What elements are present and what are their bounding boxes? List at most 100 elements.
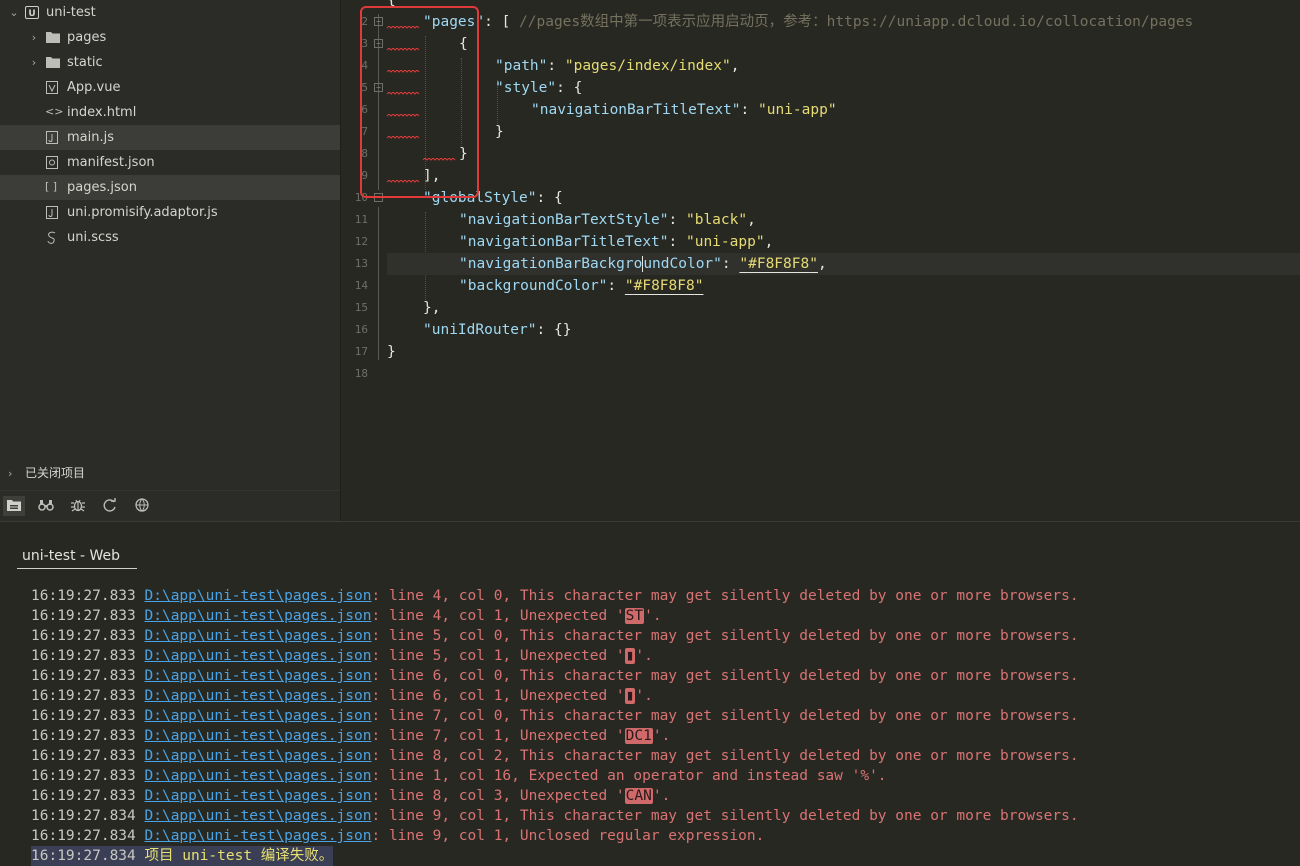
code-line-11: 11 "navigationBarTextStyle": "black", — [341, 209, 1300, 231]
binoculars-icon — [38, 500, 54, 511]
console-log-line: 16:19:27.833 D:\app\uni-test\pages.json:… — [31, 666, 1079, 686]
code-line: { — [387, 0, 396, 8]
tree-item-pages-json[interactable]: [ ] pages.json — [0, 175, 340, 200]
closed-projects-label: 已关闭项目 — [25, 466, 86, 480]
code-line-4: 4 "path": "pages/index/index", — [341, 55, 1300, 77]
code-comment: //pages数组中第一项表示应用启动页，参考：https://uniapp.d… — [519, 14, 1194, 30]
log-message-end: '. — [644, 608, 662, 624]
tree-item-label: uni-test — [46, 5, 96, 20]
control-char-badge: CAN — [624, 788, 653, 804]
console-log-line: 16:19:27.833 D:\app\uni-test\pages.json:… — [31, 766, 887, 786]
tree-item-uni-scss[interactable]: uni.scss — [0, 225, 340, 250]
folder-icon — [46, 31, 60, 44]
tab-console-web[interactable]: uni-test - Web — [17, 544, 137, 569]
line-number: 11 — [354, 213, 368, 226]
tree-item-app-vue[interactable]: App.vue — [0, 75, 340, 100]
log-message: : line 5, col 0, This character may get … — [371, 628, 1079, 644]
log-timestamp: 16:19:27.833 — [31, 708, 136, 724]
chevron-right-icon[interactable]: › — [28, 50, 40, 75]
log-file-link[interactable]: D:\app\uni-test\pages.json — [145, 688, 372, 704]
log-file-link[interactable]: D:\app\uni-test\pages.json — [145, 728, 372, 744]
code-line-10: 10 − "globalStyle": { — [341, 187, 1300, 209]
log-file-link[interactable]: D:\app\uni-test\pages.json — [145, 748, 372, 764]
tree-item-label: static — [67, 55, 103, 70]
console-log-line: 16:19:27.833 D:\app\uni-test\pages.json:… — [31, 586, 1079, 606]
log-timestamp: 16:19:27.833 — [31, 628, 136, 644]
log-message: : line 4, col 1, Unexpected ' — [371, 608, 625, 624]
scss-file-icon — [46, 231, 60, 244]
tree-item-label: main.js — [67, 130, 114, 145]
log-message-end: '. — [652, 728, 671, 744]
log-message-end: '. — [635, 648, 653, 664]
json-file-icon: [ ] — [45, 180, 58, 193]
tree-item-manifest-json[interactable]: manifest.json — [0, 150, 340, 175]
tree-item-label: App.vue — [67, 80, 121, 95]
manifest-file-icon — [46, 156, 60, 169]
sidebar-toolbar — [0, 490, 340, 521]
code-line-8: 8 } — [341, 143, 1300, 165]
code-line-14: 14 "backgroundColor": "#F8F8F8" — [341, 275, 1300, 297]
project-manager-button[interactable] — [3, 496, 25, 516]
error-highlight-box — [360, 6, 479, 198]
project-icon: U — [25, 6, 39, 19]
console-log-line: 16:19:27.833 D:\app\uni-test\pages.json:… — [31, 706, 1079, 726]
log-file-link[interactable]: D:\app\uni-test\pages.json — [145, 768, 372, 784]
log-file-link[interactable]: D:\app\uni-test\pages.json — [145, 588, 372, 604]
tree-item-uni-promisify[interactable]: uni.promisify.adaptor.js — [0, 200, 340, 225]
log-message: : line 9, col 1, This character may get … — [371, 808, 1079, 824]
browser-button[interactable] — [131, 496, 153, 516]
log-timestamp: 16:19:27.833 — [31, 748, 136, 764]
tree-item-label: pages — [67, 30, 107, 45]
console-log-line: 16:19:27.834 D:\app\uni-test\pages.json:… — [31, 826, 764, 846]
console-log-line: 16:19:27.833 D:\app\uni-test\pages.json:… — [31, 726, 670, 746]
tree-item-pages[interactable]: › pages — [0, 25, 340, 50]
debug-button[interactable] — [67, 496, 89, 516]
js-file-icon — [46, 206, 60, 219]
line-number: 17 — [354, 345, 368, 358]
log-timestamp: 16:19:27.833 — [31, 688, 136, 704]
console-log-line: 16:19:27.834 D:\app\uni-test\pages.json:… — [31, 806, 1079, 826]
log-message: : line 6, col 1, Unexpected ' — [371, 688, 625, 704]
log-message: : line 8, col 2, This character may get … — [371, 748, 1079, 764]
code-line-12: 12 "navigationBarTitleText": "uni-app", — [341, 231, 1300, 253]
bug-icon — [71, 499, 85, 512]
refresh-button[interactable] — [99, 496, 121, 516]
chevron-right-icon[interactable]: › — [28, 25, 40, 50]
tree-item-uni-test[interactable]: ⌄ U uni-test — [0, 0, 340, 25]
tree-item-index-html[interactable]: <> index.html — [0, 100, 340, 125]
log-file-link[interactable]: D:\app\uni-test\pages.json — [145, 828, 372, 844]
tree-item-label: manifest.json — [67, 155, 155, 170]
tree-item-label: index.html — [67, 105, 137, 120]
code-line-17: 17 } — [341, 341, 1300, 363]
chevron-right-icon[interactable]: › — [8, 461, 20, 486]
project-manager-icon — [7, 500, 21, 511]
console-log-line: 16:19:27.833 D:\app\uni-test\pages.json:… — [31, 606, 662, 626]
build-status-message: 项目 uni-test 编译失败。 — [144, 848, 334, 864]
tree-item-label: uni.scss — [67, 230, 119, 245]
tree-item-label: pages.json — [67, 180, 137, 195]
log-file-link[interactable]: D:\app\uni-test\pages.json — [145, 808, 372, 824]
log-file-link[interactable]: D:\app\uni-test\pages.json — [145, 668, 372, 684]
log-file-link[interactable]: D:\app\uni-test\pages.json — [145, 788, 372, 804]
console-log-line: 16:19:27.833 D:\app\uni-test\pages.json:… — [31, 646, 653, 666]
log-file-link[interactable]: D:\app\uni-test\pages.json — [145, 648, 372, 664]
log-file-link[interactable]: D:\app\uni-test\pages.json — [145, 628, 372, 644]
log-file-link[interactable]: D:\app\uni-test\pages.json — [145, 608, 372, 624]
tree-item-static[interactable]: › static — [0, 50, 340, 75]
chevron-down-icon[interactable]: ⌄ — [8, 0, 20, 25]
log-message: : line 5, col 1, Unexpected ' — [371, 648, 625, 664]
log-message: : line 7, col 1, Unexpected ' — [371, 728, 625, 744]
line-number: 16 — [354, 323, 368, 336]
closed-projects-section[interactable]: › 已关闭项目 — [0, 461, 340, 486]
log-message: : line 1, col 16, Expected an operator a… — [371, 768, 887, 784]
control-char-badge: DC1 — [624, 728, 653, 744]
log-message: : line 7, col 0, This character may get … — [371, 708, 1079, 724]
code-editor[interactable]: { 2 − "pages": [ //pages数组中第一项表示应用启动页，参考… — [341, 0, 1300, 521]
log-file-link[interactable]: D:\app\uni-test\pages.json — [145, 708, 372, 724]
log-message: : line 6, col 0, This character may get … — [371, 668, 1079, 684]
html-file-icon: <> — [45, 105, 64, 118]
svg-text:U: U — [28, 9, 35, 19]
tree-item-main-js[interactable]: main.js — [0, 125, 340, 150]
search-button[interactable] — [35, 496, 57, 516]
line-number: 14 — [354, 279, 368, 292]
